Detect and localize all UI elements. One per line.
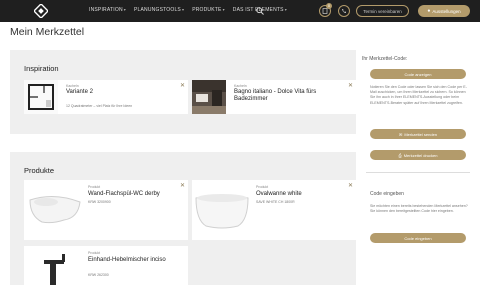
faucet-thumbnail [24,246,84,285]
card-title[interactable]: Ovalwanne white [256,191,350,198]
search-icon[interactable] [256,7,264,15]
printer-icon: ⎙ [398,152,402,158]
bathtub-thumbnail [192,180,252,240]
inspiration-card[interactable]: Kacheln Bagno italiano - Dolce Vita fürs… [192,80,356,114]
nav-item-inspiration[interactable]: INSPIRATION▾ [89,7,126,13]
wc-thumbnail [24,180,84,240]
bathroom-thumbnail [192,80,226,114]
phone-icon [342,9,346,13]
card-title[interactable]: Bagno italiano - Dolce Vita fürs Badezim… [234,89,344,103]
card-title[interactable]: Variante 2 [66,89,176,96]
chevron-down-icon: ▾ [222,7,225,12]
product-card[interactable]: Produkt Wand-Flachspül-WC derby KRW 3200… [24,180,188,240]
card-title[interactable]: Einhand-Hebelmischer inciso [88,257,182,264]
chevron-down-icon: ▾ [123,7,126,12]
enter-code-description: Sie möchten einen bereits bestehenden Me… [370,204,468,214]
envelope-icon: ✉ [398,131,403,137]
location-pin-icon: ● [427,8,431,14]
notepad-count-badge: 0 [326,3,332,9]
inspiration-panel: Inspiration Kacheln Variante 2 12 Quadra… [10,50,356,134]
product-card[interactable]: Produkt Einhand-Hebelmischer inciso KRW … [24,246,188,285]
top-navigation-bar: INSPIRATION▾ PLANUNGSTOOLS▾ PRODUKTE▾ DA… [0,0,480,22]
exhibitions-button[interactable]: ● Ausstellungen [418,5,470,17]
remove-icon[interactable]: ✕ [180,82,185,89]
code-label: Ihr Merkzettel-Code: [362,56,408,62]
chevron-down-icon: ▾ [181,7,185,12]
page-title: Mein Merkzettel [10,26,85,38]
appointment-button[interactable]: Termin vereinbaren [356,5,409,17]
show-code-button[interactable]: Code anzeigen [370,69,466,79]
notepad-icon [322,8,328,14]
product-card[interactable]: Produkt Ovalwanne white SAVE WHITE CH 18… [192,180,356,240]
remove-icon[interactable]: ✕ [180,182,185,189]
send-notepad-button[interactable]: ✉ Merkzettel senden [370,129,466,139]
elements-logo-icon[interactable] [34,4,48,18]
remove-icon[interactable]: ✕ [348,82,353,89]
products-panel: Produkte Produkt Wand-Flachspül-WC derby… [10,152,356,285]
remove-icon[interactable]: ✕ [348,182,353,189]
nav-item-produkte[interactable]: PRODUKTE▾ [192,7,225,13]
chevron-down-icon: ▾ [284,7,287,12]
inspiration-heading: Inspiration [24,64,59,73]
sidebar-divider [366,172,470,173]
card-title[interactable]: Wand-Flachspül-WC derby [88,191,182,198]
phone-button[interactable] [338,5,350,17]
enter-code-heading: Code eingeben [370,191,404,197]
inspiration-card[interactable]: Kacheln Variante 2 12 Quadratmeter – vie… [24,80,188,114]
nav-item-planungstools[interactable]: PLANUNGSTOOLS▾ [134,7,184,13]
products-heading: Produkte [24,166,55,175]
code-description: Notieren Sie den Code oder lassen Sie si… [370,85,467,105]
enter-code-button[interactable]: Code eingeben [370,233,466,243]
floorplan-thumbnail [24,80,58,114]
print-notepad-button[interactable]: ⎙ Merkzettel drucken [370,150,466,160]
